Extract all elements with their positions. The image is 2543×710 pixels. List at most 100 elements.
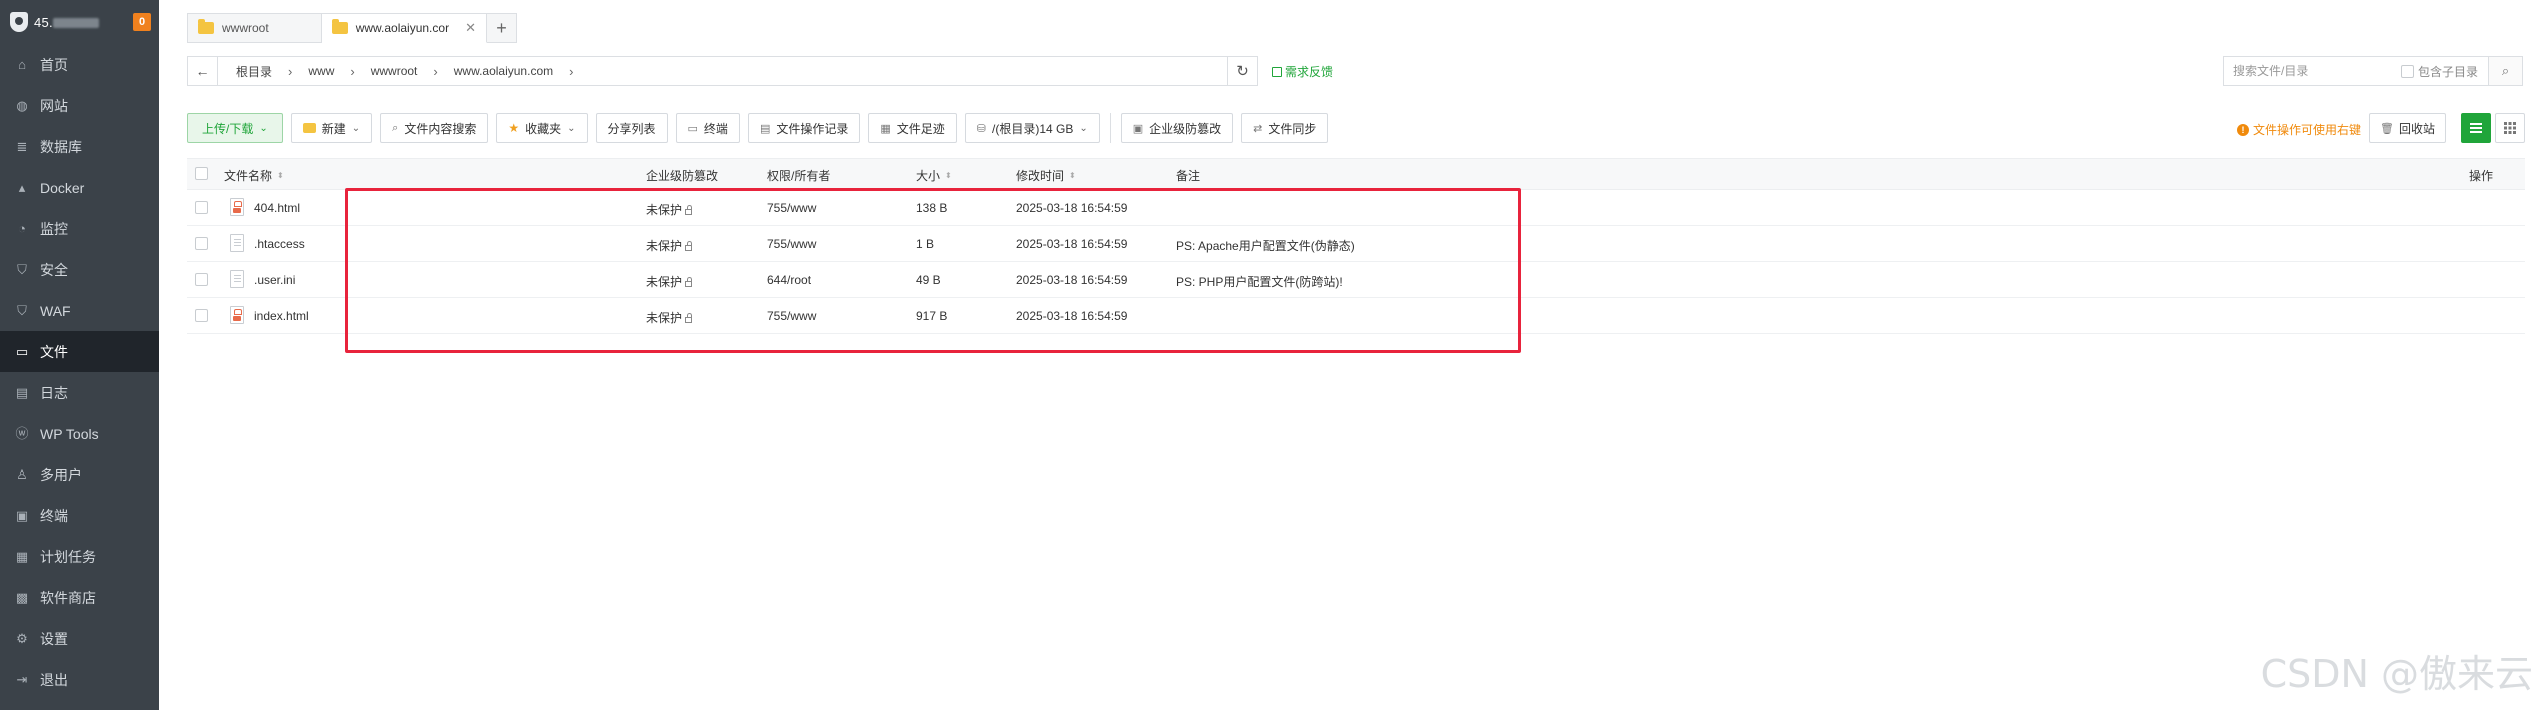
path-bar[interactable]: ← 根目录 › www › wwwroot › www.aolaiyun.com…: [187, 56, 1258, 86]
terminal-button[interactable]: ▭ 终端: [675, 113, 740, 143]
tamper-status[interactable]: 未保护: [646, 309, 693, 326]
grid-view-icon: [2504, 122, 2516, 134]
file-icon: [230, 198, 244, 216]
sidebar-item-0[interactable]: ⌂ 首页: [0, 44, 159, 85]
file-row[interactable]: .htaccess 未保护 755/www 1 B 2025-03-18 16:54:5…: [187, 226, 2525, 262]
tamper-status[interactable]: 未保护: [646, 237, 693, 254]
sidebar-item-2[interactable]: ≣ 数据库: [0, 126, 159, 167]
sidebar-item-7[interactable]: ▭ 文件: [0, 331, 159, 372]
sidebar-item-9[interactable]: ⓦ WP Tools: [0, 413, 159, 454]
lock-icon: [685, 277, 693, 287]
select-all-checkbox[interactable]: [195, 167, 208, 180]
upload-download-button[interactable]: 上传/下载 ⌄: [187, 113, 283, 143]
home-icon: ⌂: [18, 57, 26, 72]
file-row[interactable]: 404.html 未保护 755/www 138 B 2025-03-18 16:54:…: [187, 190, 2525, 226]
crumb-root[interactable]: 根目录: [230, 63, 278, 80]
sidebar-item-14[interactable]: ⚙ 设置: [0, 618, 159, 659]
file-size: 1 B: [916, 237, 935, 251]
add-tab-button[interactable]: +: [486, 13, 517, 43]
sidebar-item-label: 文件: [40, 343, 68, 360]
crumb-www[interactable]: www: [302, 64, 340, 78]
recycle-bin-button[interactable]: 🗑 回收站: [2369, 113, 2446, 143]
folder-icon: ▭: [15, 344, 29, 359]
search-box: 包含子目录: [2223, 56, 2489, 86]
include-subdir-checkbox[interactable]: 包含子目录: [2400, 63, 2478, 80]
sidebar-item-label: Docker: [40, 179, 85, 196]
tab-aolaiyun[interactable]: www.aolaiyun.cor ✕: [321, 13, 487, 43]
file-sync-button[interactable]: ⇄ 文件同步: [1241, 113, 1329, 143]
server-ip: 45.: [34, 15, 127, 30]
file-name[interactable]: .user.ini: [254, 273, 295, 287]
globe-icon: ◍: [16, 98, 28, 113]
close-tab-icon[interactable]: ✕: [465, 20, 476, 36]
sidebar-item-11[interactable]: ▣ 终端: [0, 495, 159, 536]
file-name[interactable]: .htaccess: [254, 237, 305, 251]
col-name[interactable]: 文件名称 ⬍: [224, 167, 284, 184]
content-search-button[interactable]: ⌕ 文件内容搜索: [380, 113, 489, 143]
sidebar-item-4[interactable]: ◔ 监控: [0, 208, 159, 249]
share-list-button[interactable]: 分享列表: [595, 113, 668, 143]
operation-log-button[interactable]: ▤ 文件操作记录: [747, 113, 861, 143]
favorites-button[interactable]: ★ 收藏夹 ⌄: [496, 113, 588, 143]
permission[interactable]: 755/www: [767, 201, 816, 215]
server-header[interactable]: 45. 0: [0, 0, 159, 44]
sidebar-item-12[interactable]: ▦ 计划任务: [0, 536, 159, 577]
file-note[interactable]: PS: Apache用户配置文件(伪静态): [1176, 237, 1355, 254]
sort-icon: ⬍: [277, 170, 284, 180]
footprint-button[interactable]: ▦ 文件足迹: [868, 113, 957, 143]
permission[interactable]: 644/root: [767, 273, 811, 287]
notification-badge[interactable]: 0: [133, 13, 151, 31]
file-size: 49 B: [916, 273, 941, 287]
disk-icon: ⛁: [976, 122, 986, 135]
search-icon[interactable]: ⌕: [2489, 56, 2523, 86]
tamper-status[interactable]: 未保护: [646, 273, 693, 290]
sidebar-item-1[interactable]: ◍ 网站: [0, 85, 159, 126]
sidebar-item-15[interactable]: ⇥ 退出: [0, 659, 159, 700]
file-name[interactable]: index.html: [254, 309, 309, 323]
feedback-link[interactable]: 需求反馈: [1272, 63, 1333, 80]
sidebar-item-13[interactable]: ▩ 软件商店: [0, 577, 159, 618]
disk-select-button[interactable]: ⛁ /(根目录)14 GB ⌄: [964, 113, 1100, 143]
logout-icon: ⇥: [16, 672, 28, 687]
grid-view-button[interactable]: [2495, 113, 2525, 143]
refresh-icon[interactable]: ↻: [1227, 57, 1257, 85]
crumb-wwwroot[interactable]: wwwroot: [365, 64, 424, 78]
search-icon: ⌕: [392, 121, 399, 134]
watermark: CSDN @傲来云: [2260, 652, 2533, 696]
sidebar-item-5[interactable]: ⛉ 安全: [0, 249, 159, 290]
info-icon: !: [2237, 123, 2249, 136]
new-folder-icon: [302, 123, 316, 133]
sidebar-item-6[interactable]: ⛉ WAF: [0, 290, 159, 331]
list-view-button[interactable]: [2461, 113, 2491, 143]
search-input[interactable]: [2224, 64, 2401, 78]
file-row[interactable]: .user.ini 未保护 644/root 49 B 2025-03-18 16:54…: [187, 262, 2525, 298]
permission[interactable]: 755/www: [767, 309, 816, 323]
tab-wwwroot[interactable]: wwwroot: [187, 13, 322, 43]
sidebar-item-3[interactable]: ▴ Docker: [0, 167, 159, 208]
toolbar-divider: [1109, 113, 1111, 143]
tamper-status[interactable]: 未保护: [646, 201, 693, 218]
row-checkbox[interactable]: [195, 201, 208, 214]
permission[interactable]: 755/www: [767, 237, 816, 251]
new-button[interactable]: 新建 ⌄: [290, 113, 373, 143]
file-note[interactable]: PS: PHP用户配置文件(防跨站)!: [1176, 273, 1343, 290]
sidebar-item-10[interactable]: ♙ 多用户: [0, 454, 159, 495]
sync-icon: ⇄: [1253, 122, 1263, 135]
file-row[interactable]: index.html 未保护 755/www 917 B 2025-03-18 16:5…: [187, 298, 2525, 334]
row-checkbox[interactable]: [195, 273, 208, 286]
sidebar-item-label: 多用户: [40, 466, 82, 483]
sidebar-item-8[interactable]: ▤ 日志: [0, 372, 159, 413]
row-checkbox[interactable]: [195, 309, 208, 322]
file-name[interactable]: 404.html: [254, 201, 300, 215]
panel-logo-icon: [10, 12, 28, 32]
file-size: 917 B: [916, 309, 948, 323]
col-mtime[interactable]: 修改时间 ⬍: [1016, 167, 1076, 184]
col-size[interactable]: 大小 ⬍: [916, 167, 952, 184]
row-checkbox[interactable]: [195, 237, 208, 250]
enterprise-tamper-button[interactable]: ▣ 企业级防篡改: [1120, 113, 1234, 143]
back-arrow-icon[interactable]: ←: [188, 57, 218, 85]
terminal-icon: ▭: [687, 122, 698, 135]
crumb-site[interactable]: www.aolaiyun.com: [448, 64, 559, 78]
col-permission: 权限/所有者: [767, 169, 831, 183]
lock-icon: [685, 241, 693, 251]
